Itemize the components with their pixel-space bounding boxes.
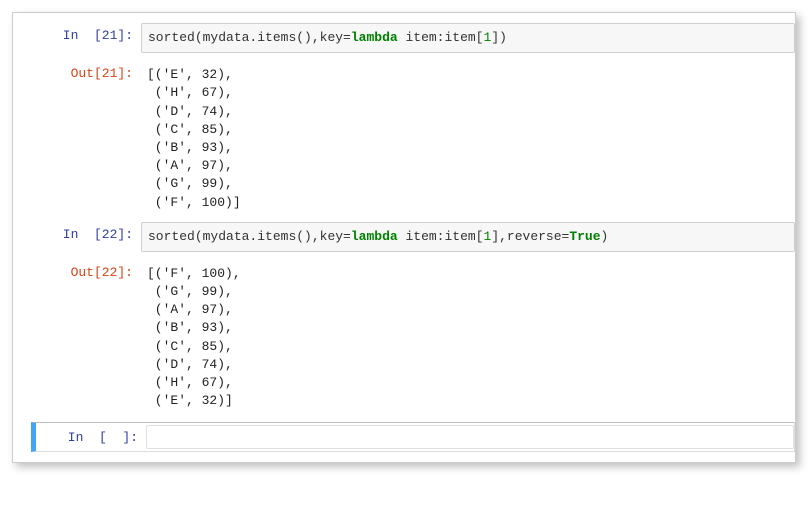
code-token: item:item[ xyxy=(398,229,484,244)
code-token: sorted xyxy=(148,229,195,244)
input-prompt: In [ ]: xyxy=(36,425,146,445)
code-token: mydata.items(),key= xyxy=(203,30,351,45)
input-cell: In [21]: sorted(mydata.items(),key=lambd… xyxy=(13,21,795,59)
output-text: [('F', 100), ('G', 99), ('A', 97), ('B',… xyxy=(141,260,795,413)
output-cell: Out[22]: [('F', 100), ('G', 99), ('A', 9… xyxy=(13,258,795,419)
lambda-keyword: lambda xyxy=(351,30,398,45)
code-input-area-empty[interactable] xyxy=(146,425,794,449)
active-cell-border: In [ ]: xyxy=(31,422,795,452)
code-token: item:item[ xyxy=(398,30,484,45)
output-prompt: Out[22]: xyxy=(13,260,141,280)
code-token: mydata.items(),key= xyxy=(203,229,351,244)
code-token: ( xyxy=(195,229,203,244)
code-token: sorted xyxy=(148,30,195,45)
code-token: ) xyxy=(601,229,609,244)
true-keyword: True xyxy=(569,229,600,244)
output-text: [('E', 32), ('H', 67), ('D', 74), ('C', … xyxy=(141,61,795,214)
code-input-area[interactable]: sorted(mydata.items(),key=lambda item:it… xyxy=(141,222,795,252)
code-token: ] xyxy=(491,30,499,45)
code-input-area[interactable]: sorted(mydata.items(),key=lambda item:it… xyxy=(141,23,795,53)
output-prompt: Out[21]: xyxy=(13,61,141,81)
lambda-keyword: lambda xyxy=(351,229,398,244)
code-token: ( xyxy=(195,30,203,45)
output-cell: Out[21]: [('E', 32), ('H', 67), ('D', 74… xyxy=(13,59,795,220)
code-token: ],reverse= xyxy=(491,229,569,244)
notebook-container: In [21]: sorted(mydata.items(),key=lambd… xyxy=(12,12,796,463)
input-prompt: In [22]: xyxy=(13,222,141,242)
input-prompt: In [21]: xyxy=(13,23,141,43)
input-cell-empty: In [ ]: xyxy=(36,423,794,451)
code-token: ) xyxy=(499,30,507,45)
input-cell: In [22]: sorted(mydata.items(),key=lambd… xyxy=(13,220,795,258)
